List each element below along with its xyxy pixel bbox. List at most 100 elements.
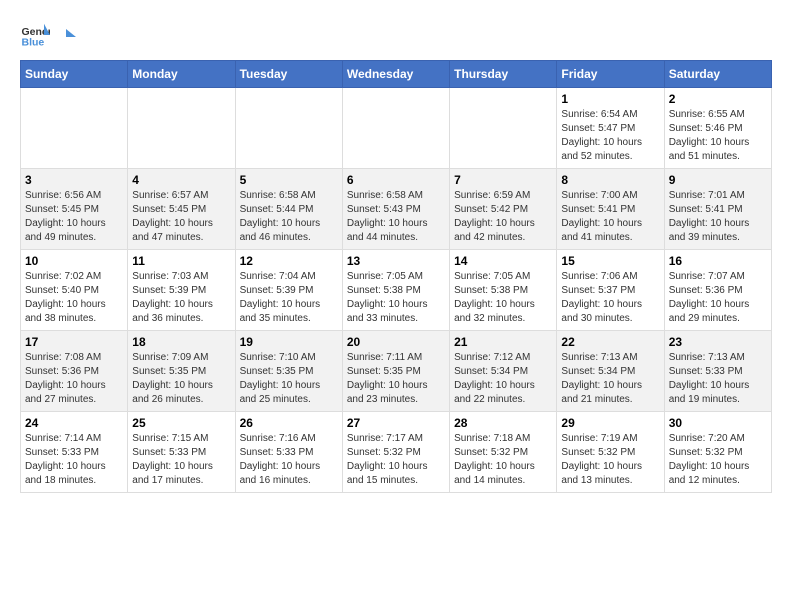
calendar-cell: 29 Sunrise: 7:19 AM Sunset: 5:32 PM Dayli… <box>557 412 664 493</box>
day-info: Sunrise: 7:01 AM Sunset: 5:41 PM Dayligh… <box>669 189 767 245</box>
calendar-week-row: 10 Sunrise: 7:02 AM Sunset: 5:40 PM Dayli… <box>21 250 772 331</box>
day-number: 29 <box>561 416 659 430</box>
day-number: 15 <box>561 254 659 268</box>
calendar-cell: 28Sunrise: 7:18 AM Sunset: 5:32 PM Dayli… <box>450 412 557 493</box>
weekday-header-friday: Friday <box>557 61 664 88</box>
day-info: Sunrise: 7:05 AM Sunset: 5:38 PM Dayligh… <box>454 270 552 326</box>
day-number: 18 <box>132 335 230 349</box>
calendar-cell: 9 Sunrise: 7:01 AM Sunset: 5:41 PM Daylig… <box>664 169 771 250</box>
calendar-week-row: 3Sunrise: 6:56 AM Sunset: 5:45 PM Daylig… <box>21 169 772 250</box>
day-number: 22 <box>561 335 659 349</box>
day-number: 6 <box>347 173 445 187</box>
day-info: Sunrise: 6:58 AM Sunset: 5:43 PM Dayligh… <box>347 189 445 245</box>
day-number: 30 <box>669 416 767 430</box>
day-info: Sunrise: 7:16 AM Sunset: 5:33 PM Dayligh… <box>240 432 338 488</box>
calendar-cell: 26 Sunrise: 7:16 AM Sunset: 5:33 PM Dayli… <box>235 412 342 493</box>
day-info: Sunrise: 7:13 AM Sunset: 5:34 PM Dayligh… <box>561 351 659 407</box>
weekday-header-saturday: Saturday <box>664 61 771 88</box>
day-number: 14 <box>454 254 552 268</box>
weekday-header-sunday: Sunday <box>21 61 128 88</box>
day-number: 2 <box>669 92 767 106</box>
calendar-cell: 12 Sunrise: 7:04 AM Sunset: 5:39 PM Dayli… <box>235 250 342 331</box>
svg-text:Blue: Blue <box>22 37 45 49</box>
weekday-header-wednesday: Wednesday <box>342 61 449 88</box>
calendar-cell: 8 Sunrise: 7:00 AM Sunset: 5:41 PM Daylig… <box>557 169 664 250</box>
day-number: 26 <box>240 416 338 430</box>
day-info: Sunrise: 7:08 AM Sunset: 5:36 PM Dayligh… <box>25 351 123 407</box>
day-number: 8 <box>561 173 659 187</box>
day-info: Sunrise: 7:14 AM Sunset: 5:33 PM Dayligh… <box>25 432 123 488</box>
day-info: Sunrise: 7:19 AM Sunset: 5:32 PM Dayligh… <box>561 432 659 488</box>
day-info: Sunrise: 6:59 AM Sunset: 5:42 PM Dayligh… <box>454 189 552 245</box>
logo-icon: General Blue <box>20 20 50 50</box>
calendar-cell: 18 Sunrise: 7:09 AM Sunset: 5:35 PM Dayli… <box>128 331 235 412</box>
weekday-header-tuesday: Tuesday <box>235 61 342 88</box>
calendar-cell: 22 Sunrise: 7:13 AM Sunset: 5:34 PM Dayli… <box>557 331 664 412</box>
calendar-cell: 3Sunrise: 6:56 AM Sunset: 5:45 PM Daylig… <box>21 169 128 250</box>
day-info: Sunrise: 7:06 AM Sunset: 5:37 PM Dayligh… <box>561 270 659 326</box>
day-info: Sunrise: 6:58 AM Sunset: 5:44 PM Dayligh… <box>240 189 338 245</box>
calendar-week-row: 24 Sunrise: 7:14 AM Sunset: 5:33 PM Dayli… <box>21 412 772 493</box>
day-info: Sunrise: 7:11 AM Sunset: 5:35 PM Dayligh… <box>347 351 445 407</box>
calendar-table: SundayMondayTuesdayWednesdayThursdayFrid… <box>20 60 772 493</box>
day-number: 19 <box>240 335 338 349</box>
day-number: 17 <box>25 335 123 349</box>
calendar-cell <box>21 88 128 169</box>
day-info: Sunrise: 7:00 AM Sunset: 5:41 PM Dayligh… <box>561 189 659 245</box>
calendar-cell: 20 Sunrise: 7:11 AM Sunset: 5:35 PM Dayli… <box>342 331 449 412</box>
day-info: Sunrise: 7:04 AM Sunset: 5:39 PM Dayligh… <box>240 270 338 326</box>
day-info: Sunrise: 7:15 AM Sunset: 5:33 PM Dayligh… <box>132 432 230 488</box>
calendar-cell <box>128 88 235 169</box>
day-number: 23 <box>669 335 767 349</box>
day-number: 20 <box>347 335 445 349</box>
day-info: Sunrise: 7:13 AM Sunset: 5:33 PM Dayligh… <box>669 351 767 407</box>
day-number: 27 <box>347 416 445 430</box>
day-info: Sunrise: 6:54 AM Sunset: 5:47 PM Dayligh… <box>561 108 659 164</box>
page-header: General Blue <box>20 20 772 50</box>
day-number: 1 <box>561 92 659 106</box>
day-info: Sunrise: 7:07 AM Sunset: 5:36 PM Dayligh… <box>669 270 767 326</box>
day-number: 24 <box>25 416 123 430</box>
day-info: Sunrise: 7:02 AM Sunset: 5:40 PM Dayligh… <box>25 270 123 326</box>
calendar-week-row: 17 Sunrise: 7:08 AM Sunset: 5:36 PM Dayli… <box>21 331 772 412</box>
day-info: Sunrise: 7:09 AM Sunset: 5:35 PM Dayligh… <box>132 351 230 407</box>
day-info: Sunrise: 7:03 AM Sunset: 5:39 PM Dayligh… <box>132 270 230 326</box>
weekday-header-thursday: Thursday <box>450 61 557 88</box>
calendar-header-row: SundayMondayTuesdayWednesdayThursdayFrid… <box>21 61 772 88</box>
day-info: Sunrise: 6:57 AM Sunset: 5:45 PM Dayligh… <box>132 189 230 245</box>
day-number: 12 <box>240 254 338 268</box>
day-info: Sunrise: 7:10 AM Sunset: 5:35 PM Dayligh… <box>240 351 338 407</box>
logo-bird-icon <box>56 27 76 47</box>
day-info: Sunrise: 7:18 AM Sunset: 5:32 PM Dayligh… <box>454 432 552 488</box>
day-number: 5 <box>240 173 338 187</box>
day-number: 21 <box>454 335 552 349</box>
calendar-week-row: 1 Sunrise: 6:54 AM Sunset: 5:47 PM Daylig… <box>21 88 772 169</box>
calendar-cell: 30Sunrise: 7:20 AM Sunset: 5:32 PM Dayli… <box>664 412 771 493</box>
calendar-cell: 13Sunrise: 7:05 AM Sunset: 5:38 PM Dayli… <box>342 250 449 331</box>
calendar-cell: 1 Sunrise: 6:54 AM Sunset: 5:47 PM Daylig… <box>557 88 664 169</box>
calendar-cell: 7 Sunrise: 6:59 AM Sunset: 5:42 PM Daylig… <box>450 169 557 250</box>
calendar-cell: 21Sunrise: 7:12 AM Sunset: 5:34 PM Dayli… <box>450 331 557 412</box>
logo: General Blue <box>20 20 76 50</box>
calendar-cell: 11Sunrise: 7:03 AM Sunset: 5:39 PM Dayli… <box>128 250 235 331</box>
day-number: 13 <box>347 254 445 268</box>
calendar-cell: 2 Sunrise: 6:55 AM Sunset: 5:46 PM Daylig… <box>664 88 771 169</box>
weekday-header-monday: Monday <box>128 61 235 88</box>
calendar-cell: 16 Sunrise: 7:07 AM Sunset: 5:36 PM Dayli… <box>664 250 771 331</box>
day-number: 3 <box>25 173 123 187</box>
calendar-cell: 15 Sunrise: 7:06 AM Sunset: 5:37 PM Dayli… <box>557 250 664 331</box>
calendar-cell: 24 Sunrise: 7:14 AM Sunset: 5:33 PM Dayli… <box>21 412 128 493</box>
day-number: 9 <box>669 173 767 187</box>
calendar-cell: 25 Sunrise: 7:15 AM Sunset: 5:33 PM Dayli… <box>128 412 235 493</box>
calendar-cell: 5 Sunrise: 6:58 AM Sunset: 5:44 PM Daylig… <box>235 169 342 250</box>
calendar-cell: 10 Sunrise: 7:02 AM Sunset: 5:40 PM Dayli… <box>21 250 128 331</box>
day-number: 10 <box>25 254 123 268</box>
day-info: Sunrise: 6:55 AM Sunset: 5:46 PM Dayligh… <box>669 108 767 164</box>
calendar-cell <box>235 88 342 169</box>
day-number: 25 <box>132 416 230 430</box>
day-number: 7 <box>454 173 552 187</box>
day-number: 16 <box>669 254 767 268</box>
calendar-cell <box>342 88 449 169</box>
calendar-cell: 27Sunrise: 7:17 AM Sunset: 5:32 PM Dayli… <box>342 412 449 493</box>
day-number: 4 <box>132 173 230 187</box>
